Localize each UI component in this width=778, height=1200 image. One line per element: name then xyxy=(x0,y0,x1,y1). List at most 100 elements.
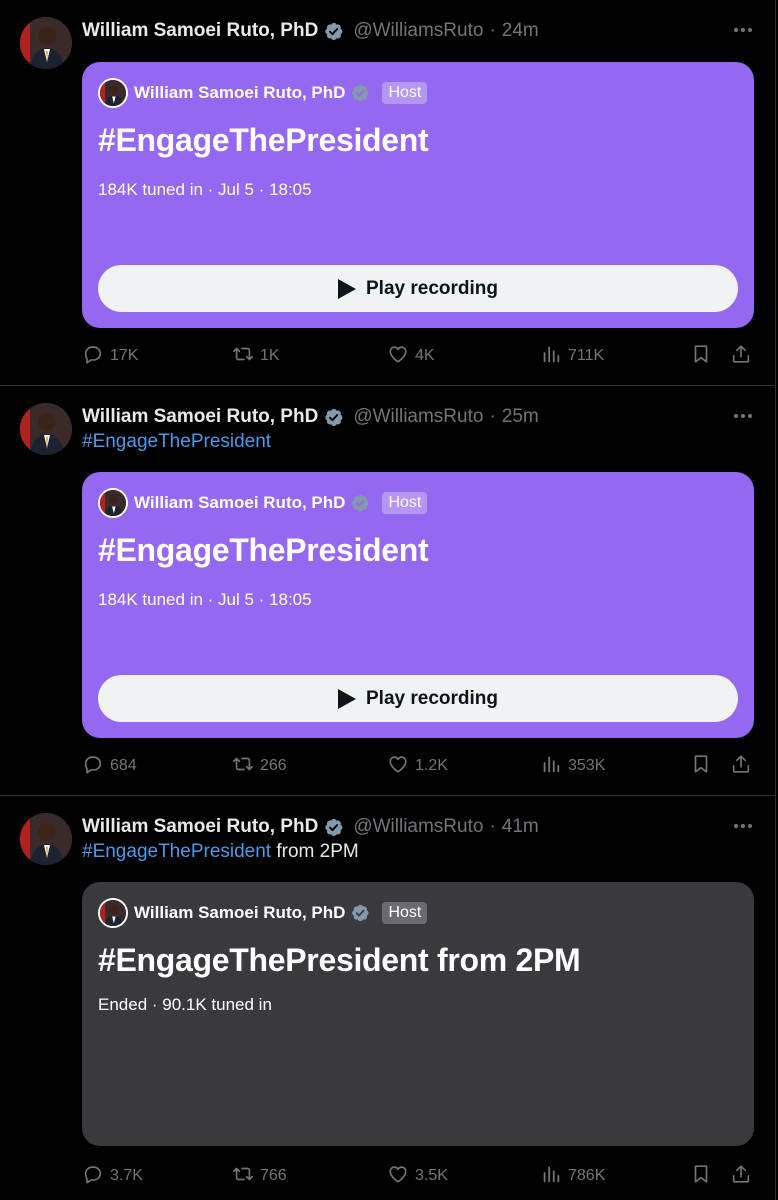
repost-count: 1K xyxy=(260,347,280,364)
play-icon xyxy=(338,688,356,709)
verified-badge-icon xyxy=(350,83,370,103)
like-button[interactable]: 1.2K xyxy=(387,753,448,779)
tweet-text-rest: from 2PM xyxy=(271,841,359,862)
reply-button[interactable]: 17K xyxy=(82,343,138,369)
reply-bubble-icon xyxy=(82,753,104,780)
views-button[interactable]: 353K xyxy=(540,753,605,779)
tweet[interactable]: William Samoei Ruto, PhD @WilliamsRuto ·… xyxy=(0,0,776,385)
tweet-actions: 17K 1K 4K 711K xyxy=(82,343,754,369)
space-meta: 184K tuned in · Jul 5 · 18:05 xyxy=(98,590,312,609)
timestamp[interactable]: 24m xyxy=(502,20,539,42)
like-button[interactable]: 4K xyxy=(387,343,435,369)
repost-button[interactable]: 1K xyxy=(232,343,280,369)
reply-count: 3.7K xyxy=(110,1167,143,1184)
views-button[interactable]: 711K xyxy=(540,343,604,369)
verified-badge-icon[interactable] xyxy=(323,817,344,838)
bookmark-button[interactable] xyxy=(690,343,712,369)
share-upload-icon xyxy=(730,753,752,780)
bar-chart-icon xyxy=(540,343,562,370)
display-name[interactable]: William Samoei Ruto, PhD xyxy=(82,20,318,42)
reply-button[interactable]: 684 xyxy=(82,753,137,779)
reply-bubble-icon xyxy=(82,343,104,370)
share-button[interactable] xyxy=(730,343,752,369)
bookmark-icon xyxy=(690,1163,712,1190)
hashtag-link[interactable]: #EngageThePresident xyxy=(82,431,271,452)
host-avatar xyxy=(98,78,128,108)
share-button[interactable] xyxy=(730,1163,752,1189)
repost-count: 266 xyxy=(260,757,287,774)
share-button[interactable] xyxy=(730,753,752,779)
like-button[interactable]: 3.5K xyxy=(387,1163,448,1189)
timestamp[interactable]: 41m xyxy=(502,816,539,838)
like-count: 1.2K xyxy=(415,757,448,774)
play-icon xyxy=(338,278,356,299)
space-card[interactable]: William Samoei Ruto, PhD Host #EngageThe… xyxy=(82,472,754,738)
tweet-header: William Samoei Ruto, PhD @WilliamsRuto ·… xyxy=(82,18,539,44)
space-meta: Ended · 90.1K tuned in xyxy=(98,995,272,1014)
bar-chart-icon xyxy=(540,753,562,780)
bookmark-button[interactable] xyxy=(690,1163,712,1189)
space-title: #EngageThePresident xyxy=(98,122,429,158)
bookmark-button[interactable] xyxy=(690,753,712,779)
host-avatar xyxy=(98,898,128,928)
reply-button[interactable]: 3.7K xyxy=(82,1163,143,1189)
avatar[interactable] xyxy=(20,403,72,455)
display-name[interactable]: William Samoei Ruto, PhD xyxy=(82,406,318,428)
space-card[interactable]: William Samoei Ruto, PhD Host #EngageThe… xyxy=(82,62,754,328)
views-count: 711K xyxy=(568,347,605,364)
space-card[interactable]: William Samoei Ruto, PhD Host #EngageThe… xyxy=(82,882,754,1146)
views-count: 353K xyxy=(568,757,606,774)
hashtag-link[interactable]: #EngageThePresident xyxy=(82,841,271,862)
bookmark-icon xyxy=(690,343,712,370)
host-badge: Host xyxy=(382,902,428,924)
heart-icon xyxy=(387,343,409,370)
reply-count: 17K xyxy=(110,347,139,364)
space-host-row: William Samoei Ruto, PhD Host xyxy=(98,898,428,928)
timestamp[interactable]: 25m xyxy=(502,406,539,428)
play-recording-button[interactable]: Play recording xyxy=(98,265,738,312)
host-badge: Host xyxy=(382,82,428,104)
handle[interactable]: @WilliamsRuto xyxy=(353,406,483,428)
more-horizontal-icon[interactable] xyxy=(731,814,755,838)
like-count: 3.5K xyxy=(415,1167,448,1184)
tweet[interactable]: William Samoei Ruto, PhD @WilliamsRuto ·… xyxy=(0,796,776,1200)
separator-dot: · xyxy=(489,20,496,41)
repost-button[interactable]: 266 xyxy=(232,753,287,779)
share-upload-icon xyxy=(730,343,752,370)
host-name: William Samoei Ruto, PhD xyxy=(134,493,346,512)
more-horizontal-icon[interactable] xyxy=(731,404,755,428)
share-upload-icon xyxy=(730,1163,752,1190)
verified-badge-icon[interactable] xyxy=(323,407,344,428)
play-recording-label: Play recording xyxy=(366,687,498,709)
verified-badge-icon[interactable] xyxy=(323,21,344,42)
avatar[interactable] xyxy=(20,813,72,865)
avatar[interactable] xyxy=(20,17,72,69)
space-title: #EngageThePresident from 2PM xyxy=(98,942,581,978)
display-name[interactable]: William Samoei Ruto, PhD xyxy=(82,816,318,838)
handle[interactable]: @WilliamsRuto xyxy=(353,20,483,42)
views-button[interactable]: 786K xyxy=(540,1163,605,1189)
tweet-header: William Samoei Ruto, PhD @WilliamsRuto ·… xyxy=(82,814,539,840)
repost-arrows-icon xyxy=(232,753,254,780)
heart-icon xyxy=(387,753,409,780)
verified-badge-icon xyxy=(350,493,370,513)
more-horizontal-icon[interactable] xyxy=(731,18,755,42)
host-name: William Samoei Ruto, PhD xyxy=(134,83,346,102)
bar-chart-icon xyxy=(540,1163,562,1190)
host-name: William Samoei Ruto, PhD xyxy=(134,903,346,922)
repost-button[interactable]: 766 xyxy=(232,1163,287,1189)
space-meta: 184K tuned in · Jul 5 · 18:05 xyxy=(98,180,312,199)
repost-count: 766 xyxy=(260,1167,287,1184)
reply-count: 684 xyxy=(110,757,137,774)
verified-badge-icon xyxy=(350,903,370,923)
like-count: 4K xyxy=(415,347,435,364)
play-recording-button[interactable]: Play recording xyxy=(98,675,738,722)
heart-icon xyxy=(387,1163,409,1190)
tweet-actions: 3.7K 766 3.5K 786K xyxy=(82,1163,754,1189)
host-avatar xyxy=(98,488,128,518)
timeline: William Samoei Ruto, PhD @WilliamsRuto ·… xyxy=(0,0,776,1200)
handle[interactable]: @WilliamsRuto xyxy=(353,816,483,838)
bookmark-icon xyxy=(690,753,712,780)
tweet[interactable]: William Samoei Ruto, PhD @WilliamsRuto ·… xyxy=(0,386,776,795)
separator-dot: · xyxy=(489,816,496,837)
